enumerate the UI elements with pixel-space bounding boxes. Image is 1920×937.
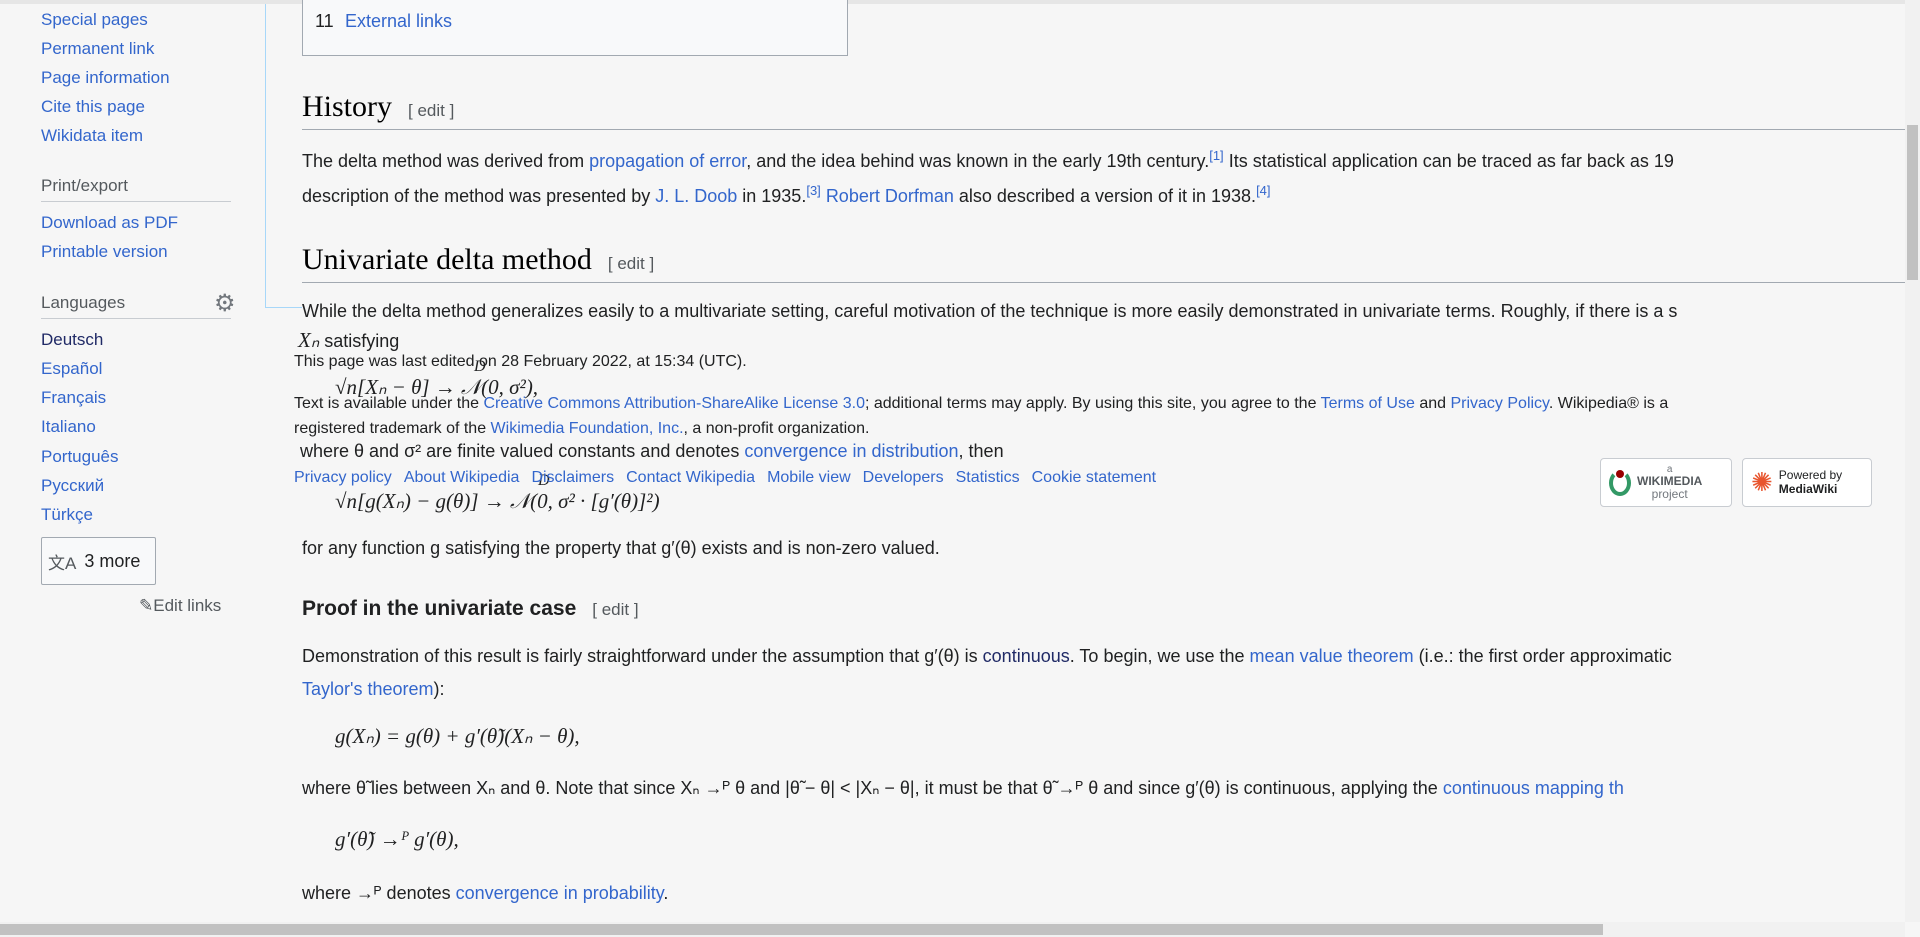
history-edit-link[interactable]: [ edit ]: [408, 101, 454, 120]
language-espanol[interactable]: Español: [41, 359, 102, 379]
footer-disclaimers[interactable]: Disclaimers: [531, 469, 614, 487]
footer-mobile-view[interactable]: Mobile view: [767, 469, 851, 487]
equation-2: √n[g(Xₙ) − g(θ)] → 𝒩(0, σ² · [g′(θ)]²): [335, 489, 660, 513]
trademark-text: registered trademark of the Wikimedia Fo…: [294, 420, 870, 437]
sidebar-wikidata-item[interactable]: Wikidata item: [41, 126, 143, 146]
proof-heading: Proof in the univariate case [ edit ]: [302, 597, 639, 621]
continuous-link[interactable]: continuous: [983, 646, 1070, 666]
wikimedia-foundation-link[interactable]: Wikimedia Foundation, Inc.: [491, 420, 684, 437]
horizontal-scrollbar[interactable]: [0, 922, 1905, 937]
vertical-scrollbar[interactable]: [1905, 0, 1920, 922]
univariate-heading: Univariate delta method [ edit ]: [302, 243, 654, 277]
footer-links: Privacy policy About Wikipedia Disclaime…: [294, 469, 1156, 487]
language-russian[interactable]: Русский: [41, 476, 104, 496]
languages-heading: Languages: [41, 293, 126, 312]
language-francais[interactable]: Français: [41, 388, 106, 408]
footer-developers[interactable]: Developers: [863, 469, 944, 487]
footer-contact[interactable]: Contact Wikipedia: [626, 469, 755, 487]
mediawiki-badge[interactable]: ✺ Powered by MediaWiki: [1742, 458, 1872, 507]
language-deutsch[interactable]: Deutsch: [41, 330, 103, 350]
univariate-paragraph: While the delta method generalizes easil…: [302, 301, 1678, 321]
taylors-theorem-link[interactable]: Taylor's theorem: [302, 679, 433, 699]
proof-title: Proof in the univariate case: [302, 597, 577, 620]
proof-paragraph-3: where θ̃ lies between Xₙ and θ. Note tha…: [302, 778, 1624, 798]
mediawiki-flower-icon: ✺: [1751, 467, 1773, 497]
propagation-of-error-link[interactable]: propagation of error: [589, 151, 746, 171]
privacy-policy-link[interactable]: Privacy Policy: [1450, 395, 1548, 412]
heading-rule: [302, 129, 1905, 130]
vertical-scrollbar-thumb[interactable]: [1907, 125, 1918, 280]
history-title: History: [302, 90, 392, 123]
gear-icon[interactable]: ⚙: [214, 289, 236, 318]
cc-license-link[interactable]: Creative Commons Attribution-ShareAlike …: [483, 395, 865, 412]
history-paragraph-1: The delta method was derived from propag…: [302, 148, 1674, 171]
where-constants: where θ and σ² are finite valued constan…: [300, 441, 1004, 461]
xn-satisfying: Xₙ satisfying: [298, 328, 400, 352]
edit-links-label: Edit links: [153, 596, 222, 615]
pencil-icon: ✎: [139, 596, 154, 615]
univariate-title: Univariate delta method: [302, 243, 592, 276]
proof-paragraph-4: where →ᴾ denotes convergence in probabil…: [302, 883, 669, 903]
toc-item-number: 11: [315, 11, 334, 31]
ref-3[interactable]: [3]: [806, 183, 820, 198]
translate-icon: 文A: [48, 553, 77, 573]
history-paragraph-2: description of the method was presented …: [302, 183, 1271, 206]
wikimedia-project-badge[interactable]: a WIKIMEDIA project: [1600, 458, 1732, 507]
sidebar-permanent-link[interactable]: Permanent link: [41, 39, 154, 59]
footer-cookie-statement[interactable]: Cookie statement: [1032, 469, 1157, 487]
divider: [41, 318, 231, 319]
table-of-contents: 11 External links: [302, 0, 848, 56]
edit-links-button[interactable]: ✎Edit links: [139, 596, 221, 616]
ref-1[interactable]: [1]: [1209, 148, 1223, 163]
language-turkce[interactable]: Türkçe: [41, 505, 93, 525]
content-border: [265, 0, 266, 308]
sidebar-page-information[interactable]: Page information: [41, 68, 170, 88]
convergence-in-probability-link[interactable]: convergence in probability: [456, 883, 664, 903]
mean-value-theorem-link[interactable]: mean value theorem: [1250, 646, 1414, 666]
history-heading: History [ edit ]: [302, 90, 454, 124]
sidebar-cite-this-page[interactable]: Cite this page: [41, 97, 145, 117]
footer-statistics[interactable]: Statistics: [956, 469, 1020, 487]
proof-edit-link[interactable]: [ edit ]: [592, 600, 638, 619]
divider: [41, 201, 231, 202]
license-text: Text is available under the Creative Com…: [294, 395, 1669, 412]
sidebar-download-pdf[interactable]: Download as PDF: [41, 213, 178, 233]
proof-paragraph-2: Taylor's theorem):: [302, 679, 445, 699]
horizontal-scrollbar-thumb[interactable]: [0, 924, 1603, 935]
convergence-in-distribution-link[interactable]: convergence in distribution: [744, 441, 958, 461]
footer-about[interactable]: About Wikipedia: [404, 469, 520, 487]
proof-paragraph-1: Demonstration of this result is fairly s…: [302, 646, 1672, 666]
proof-equation-1: g(Xₙ) = g(θ) + g′(θ̃)(Xₙ − θ),: [335, 724, 580, 748]
language-italiano[interactable]: Italiano: [41, 417, 96, 437]
top-edge: [0, 0, 1920, 4]
sidebar-special-pages[interactable]: Special pages: [41, 10, 148, 30]
proof-equation-2: g′(θ̃) →ᴾ g′(θ),: [335, 827, 459, 851]
sidebar-printable-version[interactable]: Printable version: [41, 242, 168, 262]
footer-privacy-policy[interactable]: Privacy policy: [294, 469, 392, 487]
terms-of-use-link[interactable]: Terms of Use: [1321, 395, 1415, 412]
content-border: [265, 307, 302, 308]
print-export-heading: Print/export: [41, 176, 128, 195]
last-edited: This page was last edited on 28 February…: [294, 353, 747, 370]
toc-item-external-links[interactable]: External links: [345, 12, 452, 30]
language-portugues[interactable]: Português: [41, 447, 119, 467]
continuous-mapping-link[interactable]: continuous mapping th: [1443, 778, 1624, 798]
more-languages-label: 3 more: [84, 550, 141, 571]
ref-4[interactable]: [4]: [1256, 183, 1270, 198]
doob-link[interactable]: J. L. Doob: [655, 186, 737, 206]
heading-rule: [302, 282, 1905, 283]
univariate-edit-link[interactable]: [ edit ]: [608, 254, 654, 273]
more-languages-button[interactable]: 文A 3 more: [41, 537, 156, 585]
dorfman-link[interactable]: Robert Dorfman: [826, 186, 954, 206]
wikimedia-logo-icon: [1609, 469, 1631, 496]
univariate-after: for any function g satisfying the proper…: [302, 538, 940, 558]
